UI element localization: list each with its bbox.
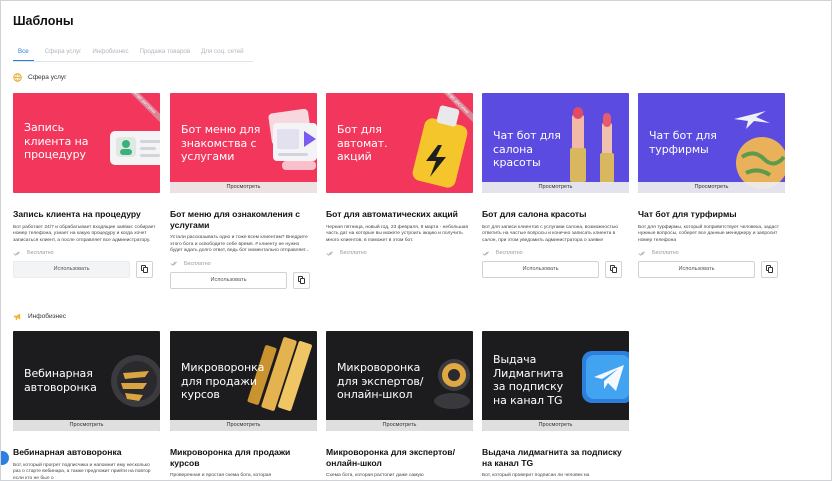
card-banner[interactable]: Бот меню для знакомства с услугами Просм… bbox=[170, 93, 317, 193]
template-card: Запись клиента на процедуру Скоро доступ… bbox=[13, 93, 160, 279]
template-card: Микроворонка для продажи курсов Просмотр… bbox=[170, 331, 317, 480]
card-banner[interactable]: Чат бот для турфирмы Просмотреть bbox=[638, 93, 785, 193]
card-description: Бот для турфирмы, который поприветствует… bbox=[638, 224, 780, 243]
tab-infobusiness[interactable]: Инфобизнес bbox=[92, 48, 128, 61]
globe-icon bbox=[13, 73, 22, 82]
card-actions: Использовать bbox=[170, 271, 317, 289]
banner-text: Микроворонка для продажи курсов bbox=[181, 361, 265, 401]
card-description: Бот, который проверит подписан ли челове… bbox=[482, 473, 590, 478]
card-actions: Использовать bbox=[482, 261, 629, 279]
tab-social[interactable]: Для соц. сетей bbox=[201, 48, 243, 61]
use-template-button[interactable]: Использовать bbox=[13, 261, 130, 279]
template-card: Чат бот для турфирмы Просмотреть Чат бот… bbox=[638, 93, 785, 279]
card-banner[interactable]: Бот для автомат. акций Скоро доступно bbox=[326, 93, 473, 193]
tab-services[interactable]: Сфера услуг bbox=[45, 48, 82, 61]
use-template-button[interactable]: Использовать bbox=[638, 261, 755, 279]
card-actions: Использовать bbox=[638, 261, 785, 279]
price-row: Бесплатно bbox=[13, 250, 160, 256]
card-title: Микроворонка для экспертов/онлайн-школ bbox=[326, 447, 455, 468]
card-title: Вебинарная автоворонка bbox=[13, 447, 122, 457]
copy-button[interactable] bbox=[293, 271, 310, 289]
card-title: Бот меню для ознакомления с услугами bbox=[170, 209, 301, 230]
banner-text: Выдача Лидмагнита за подписку на канал T… bbox=[493, 353, 564, 407]
banner-text: Бот для автомат. акций bbox=[337, 123, 388, 163]
double-check-icon bbox=[482, 251, 489, 256]
card-banner[interactable]: Микроворонка для экспертов/ онлайн-школ … bbox=[326, 331, 473, 431]
price-label: Бесплатно bbox=[27, 250, 54, 257]
card-title: Чат бот для турфирмы bbox=[638, 209, 737, 219]
banner-text: Чат бот для салона красоты bbox=[493, 129, 561, 169]
card-banner[interactable]: Запись клиента на процедуру Скоро доступ… bbox=[13, 93, 160, 193]
price-row: Бесплатно bbox=[326, 250, 473, 256]
card-banner[interactable]: Выдача Лидмагнита за подписку на канал T… bbox=[482, 331, 629, 431]
templates-page: Шаблоны Все Сфера услуг Инфобизнес Прода… bbox=[0, 0, 832, 481]
card-banner[interactable]: Чат бот для салона красоты Просмотреть bbox=[482, 93, 629, 193]
card-title: Выдача лидмагнита за подписку на канал T… bbox=[482, 447, 622, 468]
double-check-icon bbox=[13, 251, 20, 256]
preview-button[interactable]: Просмотреть bbox=[170, 420, 317, 431]
section-services-header: Сфера услуг bbox=[13, 73, 67, 82]
preview-button[interactable]: Просмотреть bbox=[326, 420, 473, 431]
price-label: Бесплатно bbox=[652, 250, 679, 257]
section-services-label: Сфера услуг bbox=[28, 74, 67, 81]
megaphone-icon bbox=[13, 313, 21, 321]
card-banner[interactable]: Вебинарная автоворонка Просмотреть bbox=[13, 331, 160, 431]
copy-button[interactable] bbox=[605, 261, 622, 279]
banner-text: Вебинарная автоворонка bbox=[24, 367, 97, 394]
card-description: Устали рассказывать одно и тоже всем кли… bbox=[170, 235, 310, 254]
section-infobusiness-label: Инфобизнес bbox=[28, 313, 67, 320]
double-check-icon bbox=[638, 251, 645, 256]
card-description: Схема бота, которая растопит даже самую bbox=[326, 473, 424, 478]
card-title: Запись клиента на процедуру bbox=[13, 209, 141, 219]
card-description: Черная пятница, новый год, 23 февраля, 8… bbox=[326, 224, 469, 243]
chat-widget-button[interactable] bbox=[1, 451, 9, 465]
preview-button[interactable]: Просмотреть bbox=[638, 182, 785, 193]
preview-button[interactable]: Просмотреть bbox=[13, 420, 160, 431]
template-card: Бот меню для знакомства с услугами Просм… bbox=[170, 93, 317, 289]
double-check-icon bbox=[326, 251, 333, 256]
template-card: Бот для автомат. акций Скоро доступно Бо… bbox=[326, 93, 473, 256]
tab-all[interactable]: Все bbox=[13, 48, 34, 61]
card-title: Бот для салона красоты bbox=[482, 209, 587, 219]
card-title: Микроворонка для продажи курсов bbox=[170, 447, 291, 468]
price-row: Бесплатно bbox=[170, 261, 317, 267]
banner-text: Чат бот для турфирмы bbox=[649, 129, 717, 156]
preview-button[interactable]: Просмотреть bbox=[482, 420, 629, 431]
price-label: Бесплатно bbox=[496, 250, 523, 257]
template-card: Выдача Лидмагнита за подписку на канал T… bbox=[482, 331, 629, 480]
card-description: Бот для записи клиентов с услугами салон… bbox=[482, 224, 618, 243]
copy-button[interactable] bbox=[136, 261, 153, 279]
price-row: Бесплатно bbox=[638, 250, 785, 256]
card-actions: Использовать bbox=[13, 261, 160, 279]
double-check-icon bbox=[170, 261, 177, 266]
copy-button[interactable] bbox=[761, 261, 778, 279]
card-description: Бот работает 24/7 и обрабатывает входящи… bbox=[13, 224, 156, 243]
template-card: Вебинарная автоворонка Просмотреть Вебин… bbox=[13, 331, 160, 481]
preview-button[interactable]: Просмотреть bbox=[170, 182, 317, 193]
use-template-button[interactable]: Использовать bbox=[170, 271, 287, 289]
category-tabs: Все Сфера услуг Инфобизнес Продажа товар… bbox=[13, 48, 253, 62]
banner-text: Микроворонка для экспертов/ онлайн-школ bbox=[337, 361, 424, 401]
card-description: Бот, который прогрет подписчика и напомн… bbox=[13, 462, 151, 481]
banner-text: Бот меню для знакомства с услугами bbox=[181, 123, 261, 163]
use-template-button[interactable]: Использовать bbox=[482, 261, 599, 279]
tab-product-sales[interactable]: Продажа товаров bbox=[140, 48, 191, 61]
page-title: Шаблоны bbox=[13, 14, 74, 28]
price-label: Бесплатно bbox=[184, 260, 211, 267]
price-label: Бесплатно bbox=[340, 250, 367, 257]
banner-text: Запись клиента на процедуру bbox=[24, 121, 89, 161]
preview-button[interactable]: Просмотреть bbox=[482, 182, 629, 193]
price-row: Бесплатно bbox=[482, 250, 629, 256]
card-banner[interactable]: Микроворонка для продажи курсов Просмотр… bbox=[170, 331, 317, 431]
section-infobusiness-header: Инфобизнес bbox=[13, 312, 66, 321]
card-title: Бот для автоматических акций bbox=[326, 209, 458, 219]
card-description: Проверенная и простая схема бота, котора… bbox=[170, 473, 272, 478]
template-card: Микроворонка для экспертов/ онлайн-школ … bbox=[326, 331, 473, 480]
template-card: Чат бот для салона красоты Просмотреть Б… bbox=[482, 93, 629, 279]
